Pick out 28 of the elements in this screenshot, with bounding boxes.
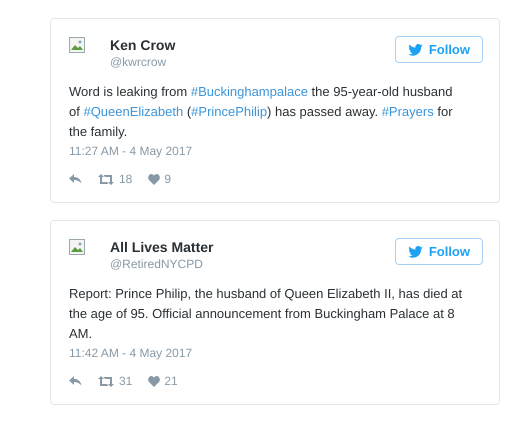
hashtag-link[interactable]: #Buckinghampalace — [190, 84, 308, 99]
user-handle[interactable]: @RetiredNYCPD — [110, 256, 214, 272]
user-name[interactable]: All Lives Matter — [110, 238, 214, 256]
reply-icon[interactable] — [69, 174, 82, 184]
tweet-text: Word is leaking from #Buckinghampalace the 95-year-old husband of #QueenElizabeth (#PrincePhilip) has passed away. #Prayers for the family. — [69, 83, 454, 141]
heart-icon[interactable] — [148, 376, 160, 386]
tweet-text: Report: Prince Philip, the husband of Queen Elizabeth II, has died at the age of 95. Official announcement from Buckingham Palace at 8 AM. — [69, 285, 464, 343]
follow-button[interactable]: Follow — [394, 238, 483, 265]
reply-icon[interactable] — [69, 376, 82, 386]
retweet-count: 18 — [119, 171, 132, 188]
retweet-count: 31 — [119, 373, 132, 390]
retweet-icon[interactable] — [98, 376, 114, 386]
hashtag-link[interactable]: #QueenElizabeth — [83, 104, 184, 119]
follow-button[interactable]: Follow — [394, 36, 483, 63]
user-handle[interactable]: @kwrcrow — [110, 54, 176, 70]
like-count: 21 — [164, 373, 178, 390]
hashtag-link[interactable]: #Prayers — [382, 104, 434, 119]
broken-image-icon — [69, 37, 85, 53]
like-count: 9 — [164, 171, 172, 188]
bird-icon — [408, 246, 423, 258]
user-name[interactable]: Ken Crow — [110, 36, 176, 54]
bird-icon — [408, 44, 423, 56]
heart-icon[interactable] — [148, 174, 160, 184]
tweet-timestamp[interactable]: 11:27 AM - 4 May 2017 — [69, 142, 483, 160]
hashtag-link[interactable]: #PrincePhilip — [191, 104, 268, 119]
tweet-timestamp[interactable]: 11:42 AM - 4 May 2017 — [69, 344, 483, 362]
retweet-icon[interactable] — [98, 174, 114, 184]
broken-image-icon — [69, 239, 85, 255]
